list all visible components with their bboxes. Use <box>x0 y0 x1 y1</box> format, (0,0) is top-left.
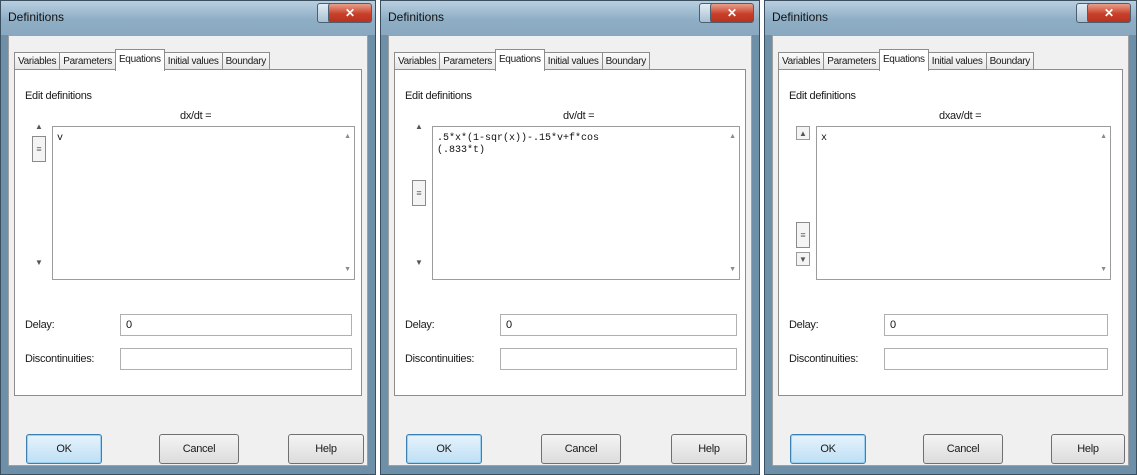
help-button[interactable]: Help <box>671 434 747 464</box>
title-bar[interactable]: Definitions ? ✕ <box>1 1 375 35</box>
down-arrow-icon[interactable]: ▼ <box>344 266 351 273</box>
equations-panel: Edit definitions dv/dt = ▲ ≡ ▼ .5*x*(1-s… <box>394 69 746 396</box>
equations-panel: Edit definitions dx/dt = ▲ ≡ ▼ v ▲ ▼ Del… <box>14 69 362 396</box>
up-arrow-icon[interactable]: ▲ <box>796 126 810 140</box>
up-arrow-icon[interactable]: ▲ <box>32 120 46 134</box>
equation-selector-scrollbar[interactable]: ▲ ≡ ▼ <box>796 120 810 280</box>
discontinuities-label: Discontinuities: <box>405 353 475 365</box>
tab-equations[interactable]: Equations <box>494 49 545 71</box>
equation-label: dx/dt = <box>180 110 212 122</box>
delay-label: Delay: <box>789 319 819 331</box>
ok-button[interactable]: OK <box>790 434 866 464</box>
definitions-dialog-2: Definitions ? ✕ Variables Parameters Equ… <box>380 0 760 475</box>
tab-equations[interactable]: Equations <box>878 49 929 71</box>
dialog-client-area: Variables Parameters Equations Initial v… <box>388 35 752 466</box>
discontinuities-field[interactable] <box>120 348 352 370</box>
equation-selector-scrollbar[interactable]: ▲ ≡ ▼ <box>412 120 426 280</box>
delay-field[interactable]: 0 <box>500 314 737 336</box>
tab-equations[interactable]: Equations <box>114 49 165 71</box>
up-arrow-icon[interactable]: ▲ <box>412 120 426 134</box>
equation-text[interactable]: x <box>821 133 1092 145</box>
dialog-title: Definitions <box>8 10 65 24</box>
cancel-button[interactable]: Cancel <box>923 434 1003 464</box>
up-arrow-icon[interactable]: ▲ <box>729 133 736 140</box>
ok-button[interactable]: OK <box>406 434 482 464</box>
scroll-thumb[interactable]: ≡ <box>32 136 46 162</box>
down-arrow-icon[interactable]: ▼ <box>32 256 46 270</box>
equation-text[interactable]: v <box>57 133 336 145</box>
down-arrow-icon[interactable]: ▼ <box>412 256 426 270</box>
dialog-client-area: Variables Parameters Equations Initial v… <box>772 35 1129 466</box>
tab-bar: Variables Parameters Equations Initial v… <box>14 49 270 71</box>
dialog-client-area: Variables Parameters Equations Initial v… <box>8 35 368 466</box>
delay-field[interactable]: 0 <box>884 314 1108 336</box>
equation-text[interactable]: .5*x*(1-sqr(x))-.15*v+f*cos (.833*t) <box>437 133 721 157</box>
equation-editor[interactable]: x ▲ ▼ <box>816 126 1111 280</box>
tab-bar: Variables Parameters Equations Initial v… <box>778 49 1034 71</box>
up-arrow-icon[interactable]: ▲ <box>344 133 351 140</box>
close-x-icon[interactable]: ✕ <box>1087 3 1131 23</box>
equation-label: dv/dt = <box>563 110 595 122</box>
down-arrow-icon[interactable]: ▼ <box>796 252 810 266</box>
up-arrow-icon[interactable]: ▲ <box>1100 133 1107 140</box>
help-button[interactable]: Help <box>288 434 364 464</box>
close-x-icon[interactable]: ✕ <box>328 3 372 23</box>
definitions-dialog-3: Definitions ? ✕ Variables Parameters Equ… <box>764 0 1137 475</box>
delay-label: Delay: <box>25 319 55 331</box>
cancel-button[interactable]: Cancel <box>541 434 621 464</box>
close-x-icon[interactable]: ✕ <box>710 3 754 23</box>
delay-label: Delay: <box>405 319 435 331</box>
edit-definitions-label: Edit definitions <box>25 90 92 102</box>
down-arrow-icon[interactable]: ▼ <box>1100 266 1107 273</box>
discontinuities-field[interactable] <box>884 348 1108 370</box>
dialog-title: Definitions <box>772 10 829 24</box>
scroll-thumb[interactable]: ≡ <box>796 222 810 248</box>
ok-button[interactable]: OK <box>26 434 102 464</box>
edit-definitions-label: Edit definitions <box>789 90 856 102</box>
equation-editor[interactable]: v ▲ ▼ <box>52 126 355 280</box>
equation-selector-scrollbar[interactable]: ▲ ≡ ▼ <box>32 120 46 280</box>
equation-editor[interactable]: .5*x*(1-sqr(x))-.15*v+f*cos (.833*t) ▲ ▼ <box>432 126 740 280</box>
dialog-title: Definitions <box>388 10 445 24</box>
scroll-thumb[interactable]: ≡ <box>412 180 426 206</box>
tab-bar: Variables Parameters Equations Initial v… <box>394 49 650 71</box>
discontinuities-label: Discontinuities: <box>789 353 859 365</box>
cancel-button[interactable]: Cancel <box>159 434 239 464</box>
discontinuities-field[interactable] <box>500 348 737 370</box>
delay-field[interactable]: 0 <box>120 314 352 336</box>
definitions-dialog-1: Definitions ? ✕ Variables Parameters Equ… <box>0 0 376 475</box>
title-bar[interactable]: Definitions ? ✕ <box>381 1 759 35</box>
equations-panel: Edit definitions dxav/dt = ▲ ≡ ▼ x ▲ ▼ D… <box>778 69 1123 396</box>
equation-label: dxav/dt = <box>939 110 982 122</box>
help-button[interactable]: Help <box>1051 434 1125 464</box>
title-bar[interactable]: Definitions ? ✕ <box>765 1 1136 35</box>
edit-definitions-label: Edit definitions <box>405 90 472 102</box>
down-arrow-icon[interactable]: ▼ <box>729 266 736 273</box>
discontinuities-label: Discontinuities: <box>25 353 95 365</box>
